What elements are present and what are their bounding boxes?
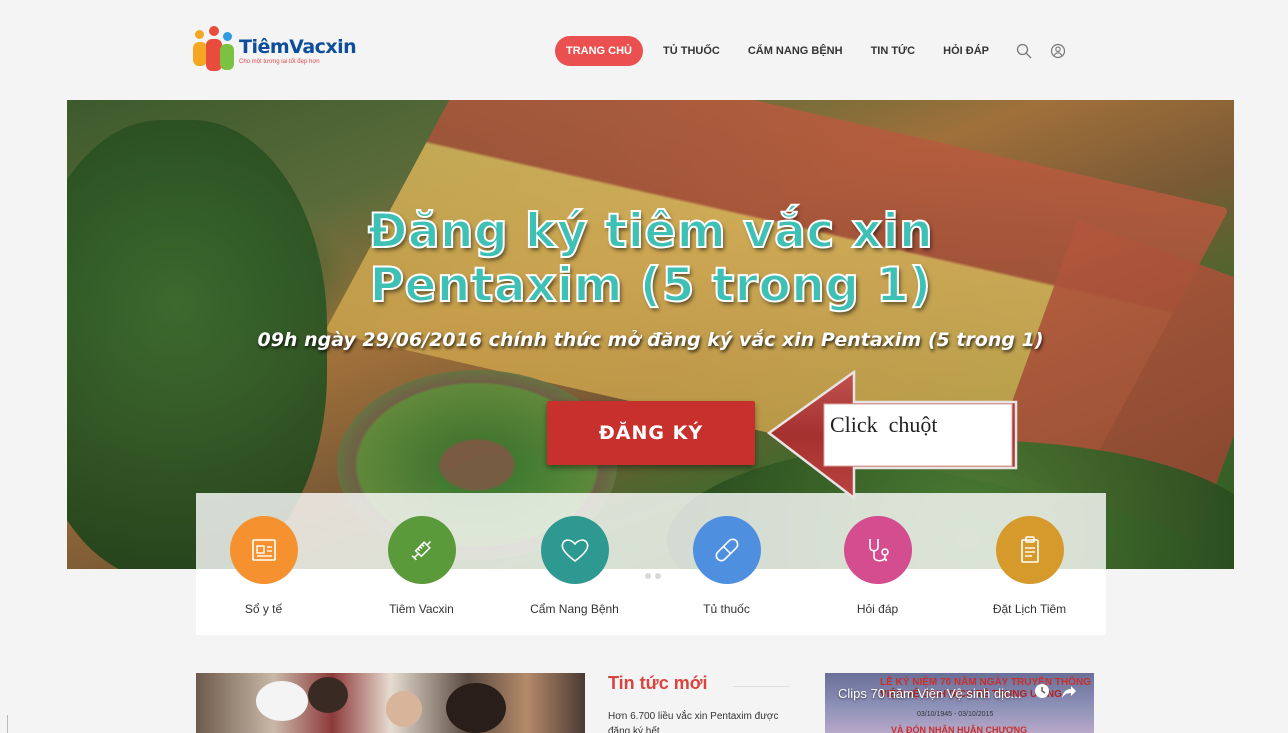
site-header: TiêmVacxin Cho một tương lai tốt đẹp hơn… [0,0,1288,100]
stethoscope-icon [843,516,912,584]
feature-health-book[interactable]: Sổ y tế [188,516,339,616]
family-logo-icon [193,26,235,74]
news-divider [733,686,789,687]
news-photo[interactable] [196,673,585,733]
main-nav: TRANG CHỦ TỦ THUỐC CẨM NANG BỆNH TIN TỨC… [555,36,1071,66]
hero-subtitle: 09h ngày 29/06/2016 chính thức mở đăng k… [257,329,1044,351]
nav-item-news[interactable]: TIN TỨC [857,36,930,66]
feature-label: Đặt Lịch Tiêm [992,602,1067,616]
news-heading: Tin tức mới [608,673,708,693]
feature-label: Cẩm Nang Bệnh [530,602,619,616]
heart-icon [540,516,609,584]
feature-label: Hỏi đáp [856,602,899,616]
feature-label: Tủ thuốc [703,602,750,616]
clock-icon[interactable] [1034,683,1050,704]
nav-item-disease-handbook[interactable]: CẨM NANG BỆNH [734,36,857,66]
logo-slogan: Cho một tương lai tốt đẹp hơn [239,58,320,65]
window-edge-mark [0,715,8,733]
nav-item-qa[interactable]: HỎI ĐÁP [929,36,1003,66]
hero-title-line2: Pentaxim (5 trong 1) [369,257,932,314]
annotation-text: Click chuột [830,412,938,437]
feature-label: Sổ y tế [244,602,283,616]
pill-icon [692,516,761,584]
logo-name: TiêmVacxin [239,35,357,58]
hero-title-line1: Đăng ký tiêm vắc xin [367,203,934,260]
news-item-link[interactable]: Hơn 6.700 liều vắc xin Pentaxim được đăn… [608,709,798,733]
search-icon[interactable] [1011,36,1037,66]
video-banner-line3: 03/10/1945 - 03/10/2015 [917,711,994,718]
nav-item-home[interactable]: TRANG CHỦ [555,36,643,66]
feature-list: Sổ y tế Tiêm Vacxin Cẩm Nang Bệnh Tủ thu… [196,493,1106,635]
feature-qa[interactable]: Hỏi đáp [802,516,953,616]
click-annotation: Click chuột [766,370,1022,502]
feature-book-appointment[interactable]: Đặt Lịch Tiêm [954,516,1105,616]
video-player[interactable]: LỄ KỶ NIỆM 70 NĂM NGÀY TRUYỀN THỐNG VIỆN… [825,673,1094,733]
register-button[interactable]: ĐĂNG KÝ [547,401,755,465]
page: TiêmVacxin Cho một tương lai tốt đẹp hơn… [0,0,1288,733]
feature-medicine-cabinet[interactable]: Tủ thuốc [651,516,802,616]
syringe-icon [387,516,456,584]
clipboard-icon [995,516,1064,584]
share-icon[interactable] [1061,685,1077,704]
feature-disease-handbook[interactable]: Cẩm Nang Bệnh [499,516,650,616]
user-icon[interactable] [1045,36,1071,66]
feature-label: Tiêm Vacxin [389,602,454,616]
site-logo[interactable]: TiêmVacxin Cho một tương lai tốt đẹp hơn [193,24,373,76]
nav-item-medicine-cabinet[interactable]: TỦ THUỐC [649,36,734,66]
id-card-icon [229,516,298,584]
video-banner-line4: VÀ ĐÓN NHẬN HUÂN CHƯƠNG [891,725,1028,733]
feature-vaccination[interactable]: Tiêm Vacxin [346,516,497,616]
video-title[interactable]: Clips 70 năm Viện Vệ sinh dịc... [838,686,1021,701]
